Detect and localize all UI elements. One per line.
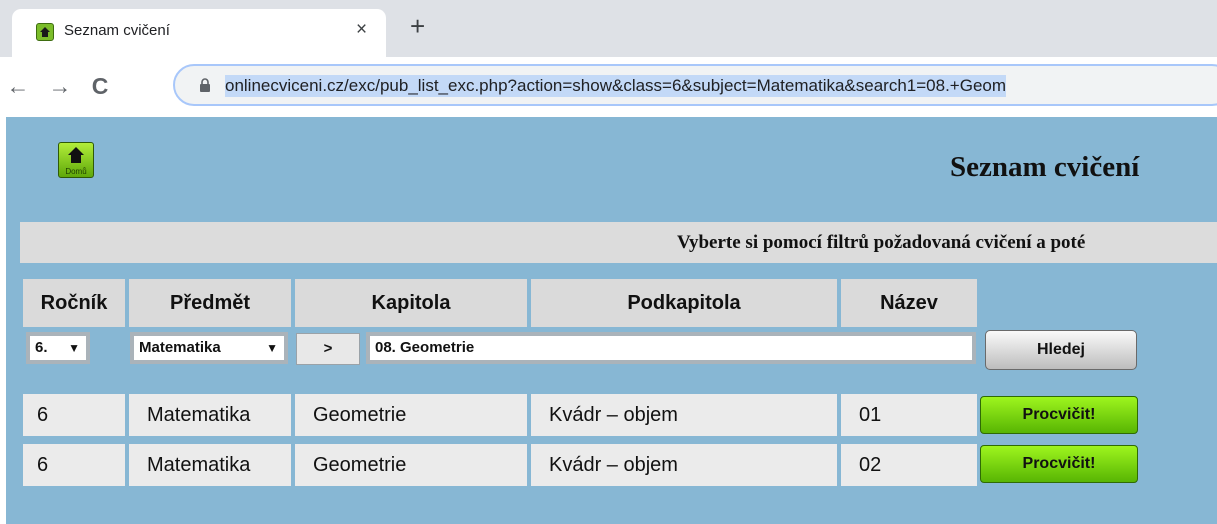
chapter-field[interactable]: 08. Geometrie	[366, 332, 976, 364]
back-icon[interactable]: ←	[4, 71, 32, 101]
header-subchapter: Podkapitola	[531, 279, 837, 327]
header-subject: Předmět	[129, 279, 291, 327]
address-bar[interactable]: onlinecviceni.cz/exc/pub_list_exc.php?ac…	[173, 64, 1217, 106]
page-content: Domů Seznam cvičení Vyberte si pomocí fi…	[6, 117, 1217, 524]
lock-icon[interactable]	[199, 78, 211, 98]
forward-icon[interactable]: →	[46, 71, 74, 101]
favicon-home-icon	[36, 23, 54, 41]
table-cell-subject: Matematika	[129, 444, 291, 486]
grade-select[interactable]: 6. ▼	[26, 332, 90, 364]
header-name: Název	[841, 279, 977, 327]
new-tab-icon[interactable]: +	[410, 13, 425, 39]
chevron-down-icon: ▼	[266, 341, 278, 355]
practice-button[interactable]: Procvičit!	[980, 396, 1138, 434]
table-cell-grade: 6	[23, 444, 125, 486]
table-cell-chapter: Geometrie	[295, 444, 527, 486]
page-title: Seznam cvičení	[950, 151, 1140, 183]
header-grade: Ročník	[23, 279, 125, 327]
table-cell-subchapter: Kvádr – objem	[531, 394, 837, 436]
table-cell-subchapter: Kvádr – objem	[531, 444, 837, 486]
url-text[interactable]: onlinecviceni.cz/exc/pub_list_exc.php?ac…	[225, 75, 1007, 97]
table-cell-subject: Matematika	[129, 394, 291, 436]
table-cell-name: 02	[841, 444, 977, 486]
practice-button[interactable]: Procvičit!	[980, 445, 1138, 483]
browser-toolbar: ← → C onlinecviceni.cz/exc/pub_list_exc.…	[0, 57, 1217, 117]
tab-strip: Seznam cvičení × +	[0, 0, 1217, 57]
home-icon	[68, 147, 84, 163]
filter-instructions-bar: Vyberte si pomocí filtrů požadovaná cvič…	[20, 222, 1217, 263]
table-cell-chapter: Geometrie	[295, 394, 527, 436]
table-cell-grade: 6	[23, 394, 125, 436]
reload-icon[interactable]: C	[86, 71, 114, 101]
chapter-go-button[interactable]: >	[296, 333, 360, 365]
browser-tab[interactable]: Seznam cvičení ×	[12, 9, 386, 57]
home-button[interactable]: Domů	[58, 142, 94, 178]
tab-close-icon[interactable]: ×	[356, 19, 367, 41]
table-cell-name: 01	[841, 394, 977, 436]
chevron-down-icon: ▼	[68, 341, 80, 355]
tab-title: Seznam cvičení	[64, 22, 170, 39]
header-chapter: Kapitola	[295, 279, 527, 327]
filter-instructions: Vyberte si pomocí filtrů požadovaná cvič…	[677, 232, 1086, 253]
subject-select[interactable]: Matematika ▼	[130, 332, 288, 364]
subject-select-value: Matematika	[139, 339, 221, 356]
grade-select-value: 6.	[35, 339, 48, 356]
search-button[interactable]: Hledej	[985, 330, 1137, 370]
home-label: Domů	[65, 167, 87, 176]
